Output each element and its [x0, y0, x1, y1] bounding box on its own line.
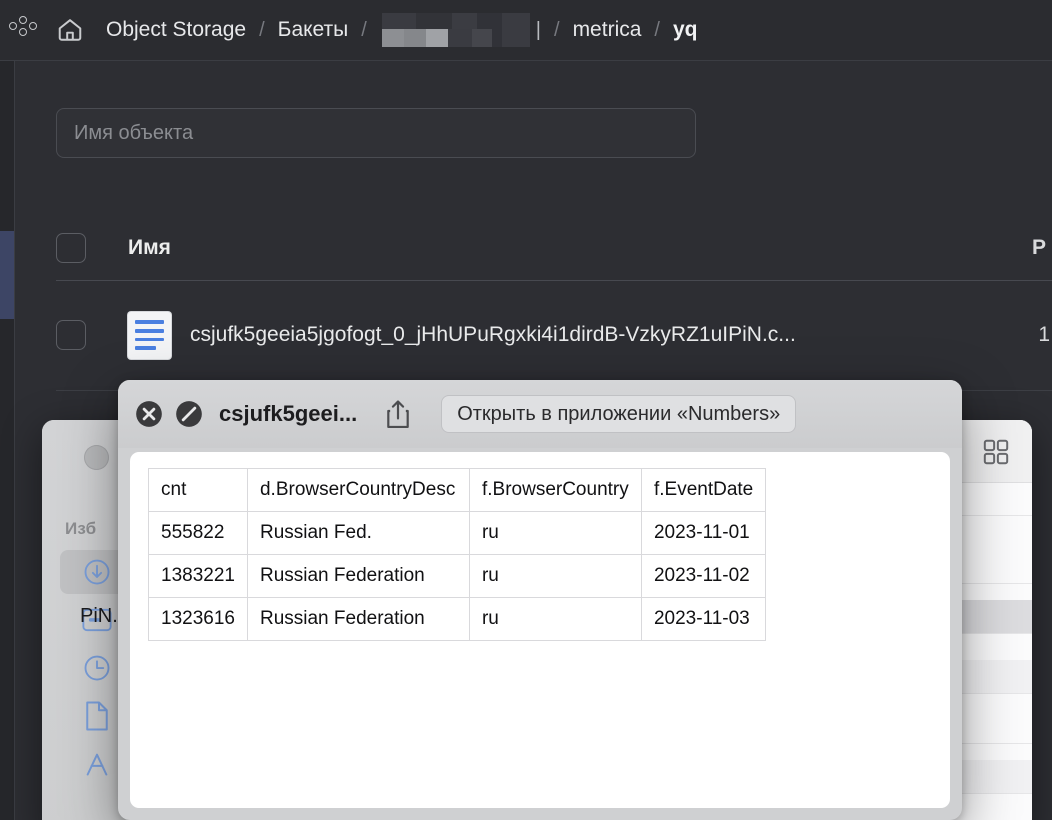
- downloads-icon: [84, 559, 110, 585]
- select-all-checkbox[interactable]: [56, 233, 86, 263]
- cell-event-date: 2023-11-01: [640, 511, 767, 555]
- top-breadcrumb-bar: Object Storage / Бакеты / | / metrica / …: [0, 0, 1052, 61]
- open-in-numbers-button[interactable]: Открыть в приложении «Numbers»: [441, 395, 797, 433]
- recents-clock-icon: [84, 655, 110, 681]
- cell-event-date: 2023-11-03: [640, 597, 767, 641]
- column-header-browser-country: f.BrowserCountry: [468, 468, 642, 512]
- home-icon[interactable]: [56, 16, 84, 44]
- cell-cnt: 555822: [148, 511, 248, 555]
- quicklook-panel[interactable]: csjufk5geei... Открыть в приложении «Num…: [118, 380, 962, 820]
- breadcrumb-item-yq[interactable]: yq: [673, 18, 698, 42]
- table-row: 555822 Russian Fed. ru 2023-11-01: [148, 511, 767, 555]
- window-traffic-light-button[interactable]: [84, 445, 109, 470]
- row-checkbox[interactable]: [56, 320, 86, 350]
- search-input[interactable]: [74, 121, 678, 145]
- cell-event-date: 2023-11-02: [640, 554, 767, 598]
- documents-file-icon: [86, 701, 108, 731]
- table-row: 1323616 Russian Federation ru 2023-11-03: [148, 597, 767, 641]
- breadcrumb-separator: /: [361, 18, 367, 41]
- grid-view-icon[interactable]: [982, 438, 1010, 466]
- breadcrumb-separator: /: [654, 18, 660, 41]
- object-name[interactable]: csjufk5geeia5jgofogt_0_jHhUPuRgxki4i1dir…: [190, 323, 796, 347]
- breadcrumb-item-metrica[interactable]: metrica: [573, 18, 642, 42]
- column-header-event-date: f.EventDate: [640, 468, 767, 512]
- table-row: 1383221 Russian Federation ru 2023-11-02: [148, 554, 767, 598]
- breadcrumb-separator: /: [554, 18, 560, 41]
- object-size: 1: [1038, 323, 1050, 346]
- cell-country-desc: Russian Fed.: [246, 511, 470, 555]
- screen: Object Storage / Бакеты / | / metrica / …: [0, 0, 1052, 820]
- csv-preview-table: cnt d.BrowserCountryDesc f.BrowserCountr…: [148, 468, 767, 641]
- breadcrumb-item-redacted[interactable]: [381, 13, 530, 47]
- breadcrumb-separator: /: [259, 18, 265, 41]
- open-in-numbers-label: Открыть в приложении «Numbers»: [457, 402, 781, 425]
- yandex-cloud-logo-icon[interactable]: [8, 15, 38, 45]
- breadcrumb: Object Storage / Бакеты / | / metrica / …: [106, 13, 698, 47]
- quicklook-title: csjufk5geei...: [219, 401, 358, 426]
- column-header-size[interactable]: P: [1032, 236, 1046, 260]
- column-header-cnt: cnt: [148, 468, 248, 512]
- cell-country: ru: [468, 597, 642, 641]
- cell-country-desc: Russian Federation: [246, 597, 470, 641]
- table-row[interactable]: csjufk5geeia5jgofogt_0_jHhUPuRgxki4i1dir…: [56, 280, 1052, 390]
- cell-cnt: 1323616: [148, 597, 248, 641]
- column-header-browser-country-desc: d.BrowserCountryDesc: [246, 468, 470, 512]
- breadcrumb-item-object-storage[interactable]: Object Storage: [106, 18, 246, 42]
- table-header-row: cnt d.BrowserCountryDesc f.BrowserCountr…: [148, 468, 767, 512]
- csv-document-icon: [128, 311, 171, 359]
- cell-cnt: 1383221: [148, 554, 248, 598]
- left-nav-rail[interactable]: [0, 61, 14, 820]
- object-search-box[interactable]: [56, 108, 696, 158]
- close-icon[interactable]: [135, 400, 163, 428]
- no-entry-icon[interactable]: [175, 400, 203, 428]
- cell-country: ru: [468, 511, 642, 555]
- cell-country: ru: [468, 554, 642, 598]
- breadcrumb-item-buckets[interactable]: Бакеты: [278, 18, 349, 42]
- objects-table-header: Имя P: [56, 216, 1052, 280]
- share-icon[interactable]: [385, 399, 411, 429]
- applications-icon: [86, 753, 108, 776]
- cell-country-desc: Russian Federation: [246, 554, 470, 598]
- breadcrumb-pipe: |: [535, 18, 541, 41]
- column-header-name[interactable]: Имя: [128, 236, 171, 260]
- quicklook-header: csjufk5geei... Открыть в приложении «Num…: [118, 380, 962, 448]
- quicklook-preview: cnt d.BrowserCountryDesc f.BrowserCountr…: [130, 452, 950, 808]
- left-nav-active-indicator: [0, 231, 14, 319]
- finder-sidebar-title: Изб: [65, 519, 97, 538]
